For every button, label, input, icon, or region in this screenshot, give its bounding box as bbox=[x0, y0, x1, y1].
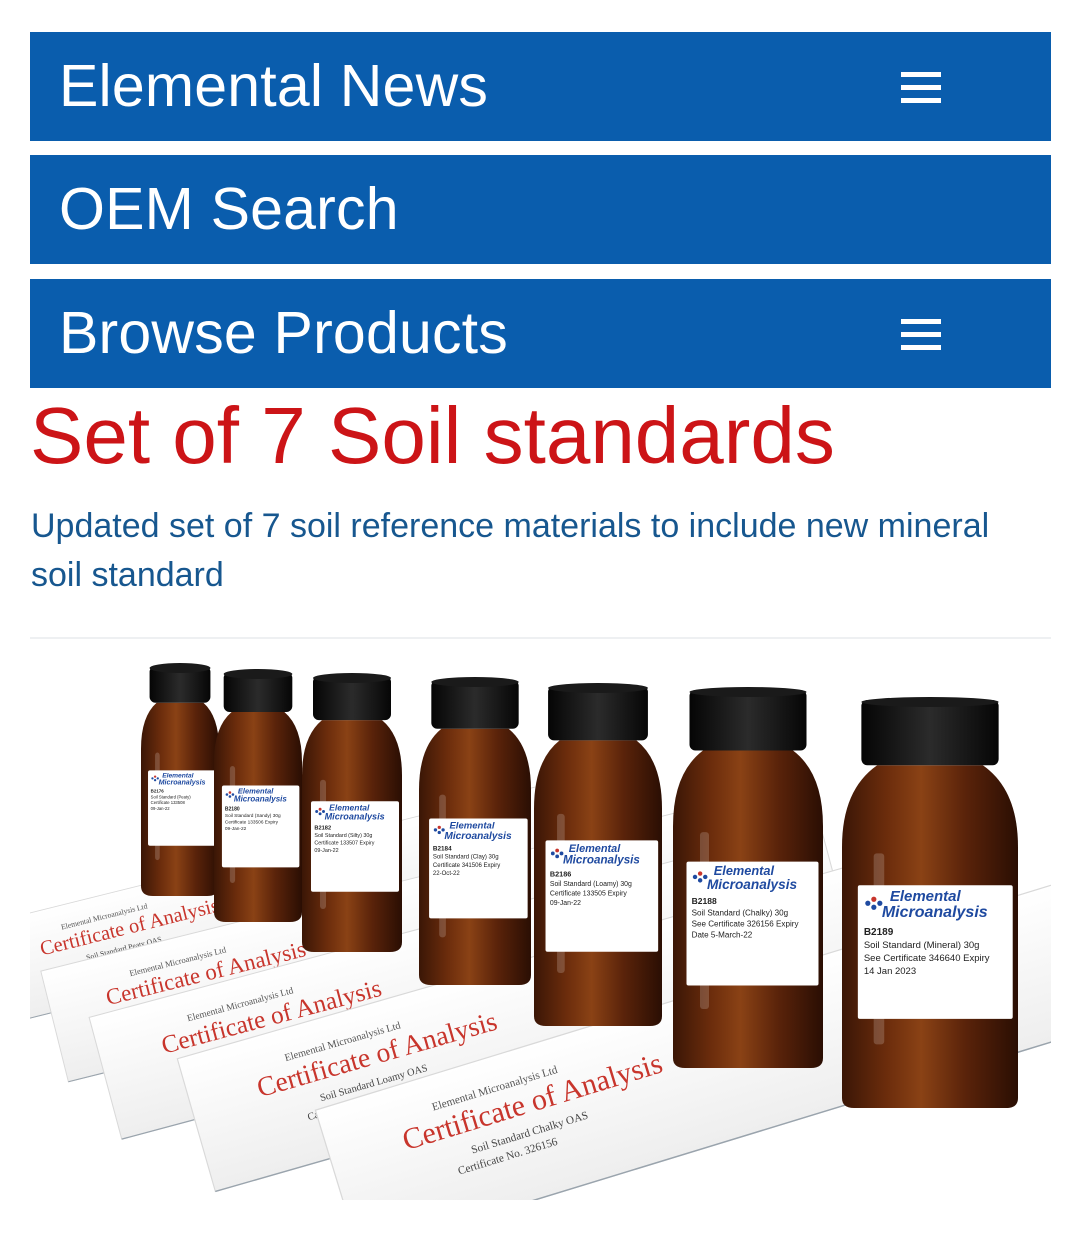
brand-name: Microanalysis bbox=[707, 877, 798, 892]
bottle-label-text: B2176 bbox=[151, 789, 165, 794]
bottle-label-text: B2184 bbox=[433, 845, 452, 852]
nav-item-oem-search[interactable]: OEM Search bbox=[30, 155, 1051, 264]
bottle-label-text: 09-Jan-22 bbox=[225, 826, 247, 832]
page-title: Set of 7 Soil standards bbox=[30, 391, 835, 480]
bottle-label-text: 09-Jan-22 bbox=[151, 806, 171, 811]
logo-dot bbox=[225, 793, 229, 796]
logo-dot bbox=[550, 851, 555, 856]
bottle-label-text: Soil Standard (Peaty) bbox=[151, 794, 192, 799]
logo-dot bbox=[697, 871, 703, 876]
logo-dot bbox=[153, 779, 157, 782]
logo-dot bbox=[318, 812, 322, 816]
nav-item-label: Browse Products bbox=[59, 300, 508, 366]
bottle-label-text: B2182 bbox=[314, 826, 331, 832]
bottle-label-text: Soil Standard (Sandy) 30g bbox=[225, 813, 281, 819]
bottle-label-text: Certificate 341506 Expiry bbox=[433, 863, 500, 869]
logo-dot bbox=[228, 795, 232, 798]
bottle-label-text: 09-Jan-22 bbox=[550, 900, 581, 907]
logo-dot bbox=[692, 874, 698, 880]
bottle-label-text: B2189 bbox=[864, 927, 894, 938]
brand-name: Microanalysis bbox=[325, 811, 385, 821]
logo-dot bbox=[151, 777, 154, 780]
bottle-label-text: Soil Standard (Mineral) 30g bbox=[864, 940, 980, 951]
brand-name: Microanalysis bbox=[563, 854, 640, 867]
logo-dot bbox=[228, 791, 232, 794]
hamburger-menu-icon[interactable] bbox=[901, 319, 941, 351]
bottle-label-text: B2180 bbox=[225, 807, 240, 813]
soil-standard-bottle: ElementalMicroanalysisB2180Soil Standard… bbox=[214, 669, 302, 922]
soil-standard-bottle: ElementalMicroanalysisB2182Soil Standard… bbox=[302, 673, 402, 952]
logo-dot bbox=[871, 904, 877, 910]
logo-dot bbox=[315, 810, 319, 814]
logo-dot bbox=[318, 807, 322, 811]
bottle-label-text: See Certificate 326156 Expiry bbox=[692, 919, 800, 928]
hamburger-menu-icon[interactable] bbox=[901, 72, 941, 104]
soil-standard-bottle: ElementalMicroanalysisB2188Soil Standard… bbox=[673, 687, 823, 1068]
bottle-label-text: Soil Standard (Silty) 30g bbox=[314, 833, 372, 839]
logo-dot bbox=[437, 825, 441, 830]
nav-item-browse-products[interactable]: Browse Products bbox=[30, 279, 1051, 388]
logo-dot bbox=[555, 854, 560, 859]
soil-standard-bottle: ElementalMicroanalysisB2186Soil Standard… bbox=[534, 683, 662, 1026]
soil-standard-bottle: ElementalMicroanalysisB2176Soil Standard… bbox=[141, 663, 219, 896]
bottle-label-text: See Certificate 346640 Expiry bbox=[864, 953, 990, 964]
bottle-label-text: Soil Standard (Clay) 30g bbox=[433, 855, 499, 861]
product-photo: Elemental Microanalysis Ltd Certificate o… bbox=[30, 658, 1051, 1200]
page-subtitle: Updated set of 7 soil reference material… bbox=[31, 507, 990, 594]
logo-dot bbox=[697, 878, 703, 883]
bottle-label-text: B2188 bbox=[692, 896, 717, 906]
bottle-label-text: Soil Standard (Chalky) 30g bbox=[692, 908, 789, 917]
bottle-label-text: Soil Standard (Loamy) 30g bbox=[550, 881, 632, 888]
nav-item-elemental-news[interactable]: Elemental News bbox=[30, 32, 1051, 141]
logo-dot bbox=[153, 775, 157, 778]
bottle-label-text: Certificate 133505 Expiry bbox=[550, 891, 628, 898]
bottle-label-text: 22-Oct-22 bbox=[433, 871, 460, 877]
bottle-label-text: Date 5-March-22 bbox=[692, 930, 753, 939]
bottle-label-text: Certificate 133507 Expiry bbox=[314, 840, 374, 846]
nav-item-label: OEM Search bbox=[59, 176, 399, 242]
brand-name: Microanalysis bbox=[234, 795, 287, 804]
brand-name: Microanalysis bbox=[444, 831, 512, 842]
logo-dot bbox=[865, 900, 871, 906]
logo-dot bbox=[433, 828, 438, 832]
logo-dot bbox=[871, 896, 877, 902]
bottle-label-text: Certificate 133506 Expiry bbox=[225, 820, 279, 826]
bottle-label-text: Certificate 133508 bbox=[151, 800, 186, 805]
bottle-label-text: 14 Jan 2023 bbox=[864, 966, 916, 977]
bottle-label-text: 09-Jan-22 bbox=[314, 848, 338, 854]
brand-name: Microanalysis bbox=[159, 779, 206, 787]
soil-standard-bottle: ElementalMicroanalysisB2184Soil Standard… bbox=[419, 677, 531, 985]
soil-standard-bottle: ElementalMicroanalysis B2189 Soil Standard… bbox=[842, 697, 1018, 1108]
brand-name: Elemental bbox=[890, 888, 962, 905]
divider bbox=[30, 637, 1051, 639]
logo-dot bbox=[555, 848, 560, 853]
nav-item-label: Elemental News bbox=[59, 53, 489, 119]
brand-name: Microanalysis bbox=[882, 904, 988, 921]
logo-dot bbox=[437, 830, 441, 835]
bottle-label-text: B2186 bbox=[550, 870, 571, 879]
